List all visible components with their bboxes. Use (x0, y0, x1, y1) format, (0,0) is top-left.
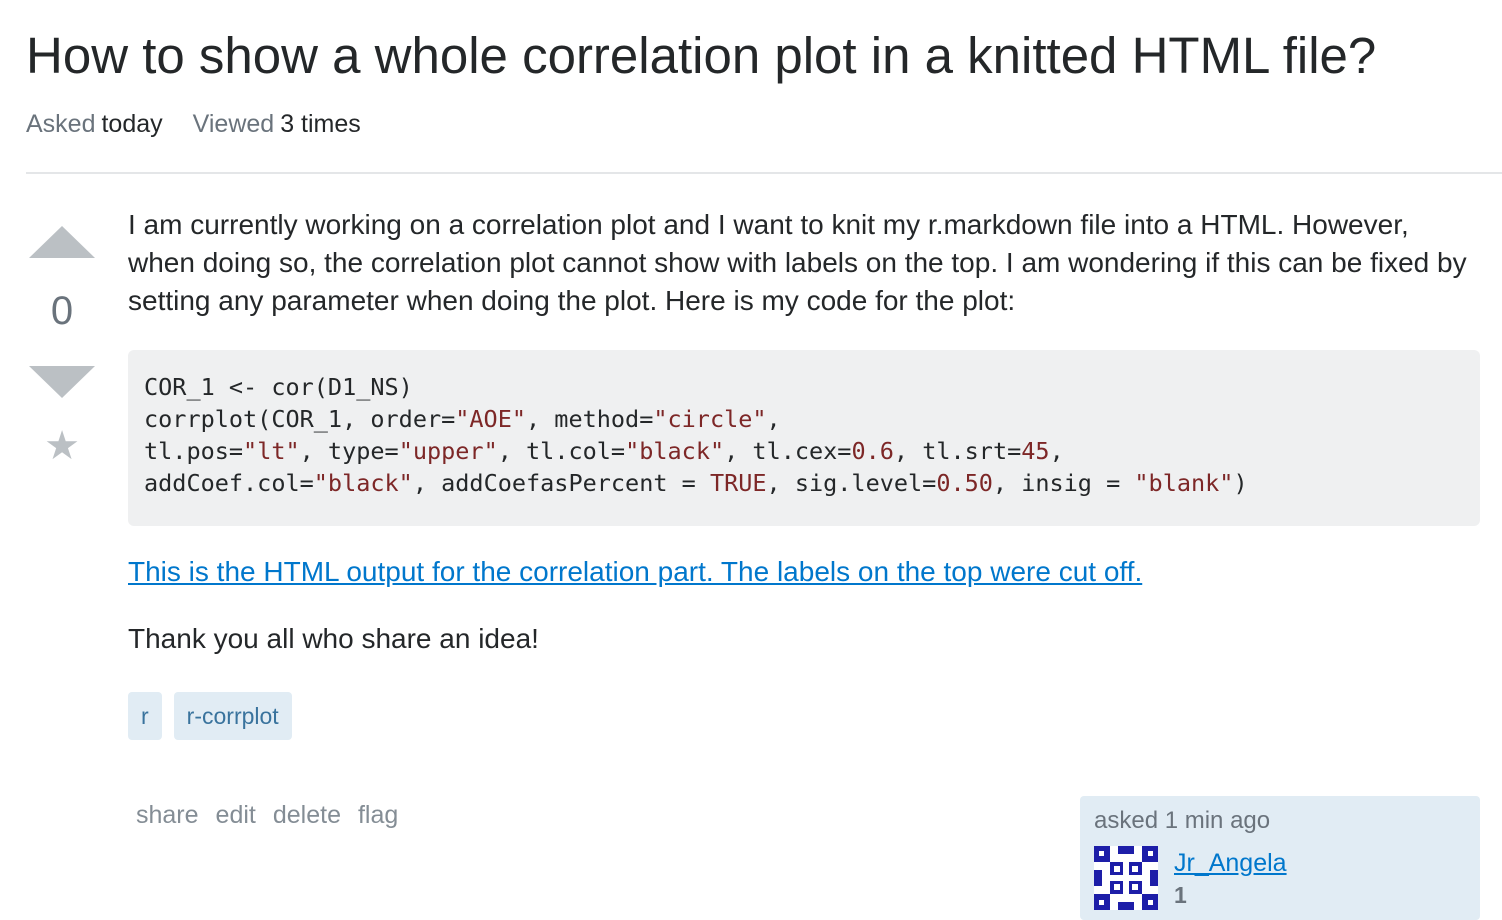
closing-text: Thank you all who share an idea! (128, 623, 539, 654)
viewed-label: Viewed (192, 110, 275, 138)
html-output-link[interactable]: This is the HTML output for the correlat… (128, 553, 1142, 591)
header-divider (26, 172, 1502, 174)
code-line: tl.pos="lt", type="upper", tl.col="black… (144, 437, 1064, 465)
asked-time: asked 1 min ago (1094, 807, 1271, 834)
question-meta: Asked today Viewed 3 times (26, 108, 361, 140)
delete-link[interactable]: delete (273, 798, 341, 832)
user-avatar[interactable] (1094, 846, 1158, 910)
owner-card: asked 1 min ago Jr_Angela 1 (1080, 796, 1480, 920)
tag-list: r r-corrplot (128, 692, 292, 740)
code-line: corrplot(COR_1, order="AOE", method="cir… (144, 405, 781, 433)
share-link[interactable]: share (136, 798, 199, 832)
viewed-value: 3 times (280, 110, 361, 138)
identicon-avatar-icon (1094, 846, 1158, 910)
tag-r-corrplot[interactable]: r-corrplot (173, 692, 292, 740)
owner-name-link[interactable]: Jr_Angela (1174, 846, 1287, 880)
question-body: I am currently working on a correlation … (128, 209, 1467, 316)
vote-down-icon[interactable] (29, 366, 95, 398)
code-block: COR_1 <- cor(D1_NS) corrplot(COR_1, orde… (128, 350, 1480, 526)
post-actions: share edit delete flag (136, 798, 398, 832)
vote-up-icon[interactable] (29, 226, 95, 258)
asked-value: today (101, 110, 163, 138)
asked-label: Asked (26, 110, 96, 138)
owner-reputation: 1 (1174, 882, 1187, 908)
code-line: addCoef.col="black", addCoefasPercent = … (144, 469, 1248, 497)
vote-count: 0 (50, 289, 74, 333)
edit-link[interactable]: edit (216, 798, 256, 832)
tag-r[interactable]: r (128, 692, 162, 740)
code-line: COR_1 <- cor(D1_NS) (144, 373, 413, 401)
question-title[interactable]: How to show a whole correlation plot in … (26, 24, 1376, 88)
flag-link[interactable]: flag (358, 798, 398, 832)
favorite-star-icon[interactable]: ★ (40, 424, 84, 468)
